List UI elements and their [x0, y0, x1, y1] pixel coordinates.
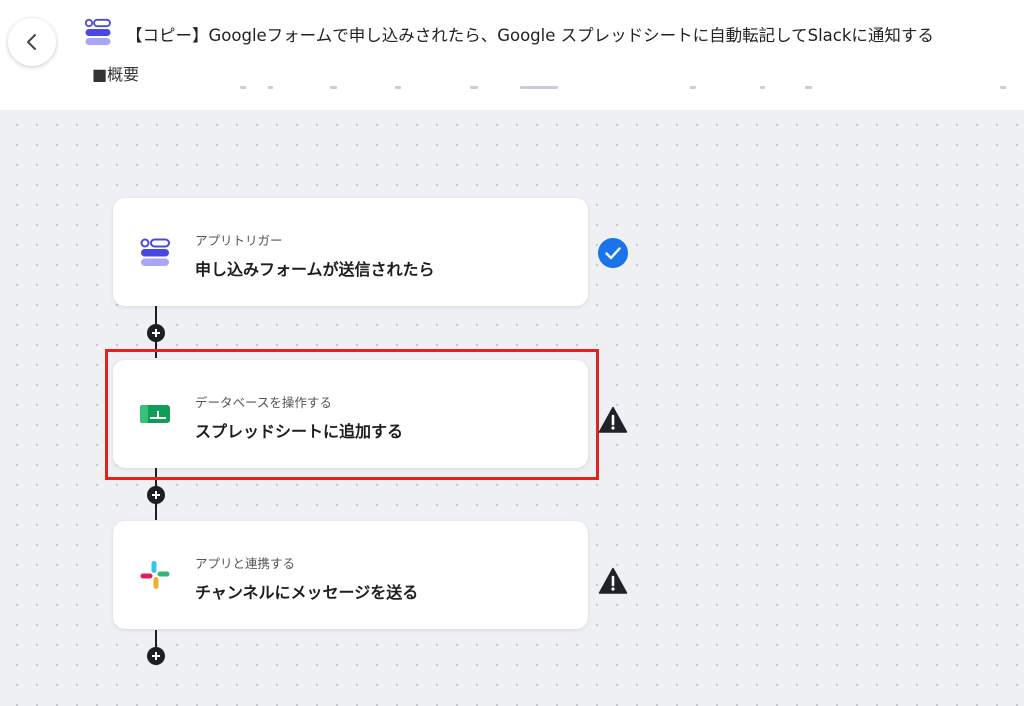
warning-icon	[598, 406, 628, 433]
step-name: 申し込みフォームが送信されたら	[195, 260, 435, 279]
form-app-icon	[84, 18, 111, 45]
plus-icon	[152, 491, 160, 499]
summary-label: ■概要	[92, 65, 140, 84]
step-type-label: アプリトリガー	[195, 233, 283, 248]
chevron-left-icon	[27, 34, 36, 50]
add-step-button[interactable]	[147, 324, 165, 342]
complete-check-icon	[598, 238, 628, 268]
form-trigger-icon	[140, 238, 170, 266]
plus-icon	[152, 329, 160, 337]
flow-header: 【コピー】Googleフォームで申し込みされたら、Google スプレッドシート…	[0, 0, 1024, 110]
back-button[interactable]	[8, 18, 56, 66]
highlight-box	[105, 349, 599, 480]
add-step-button[interactable]	[147, 647, 165, 665]
step-card-slack[interactable]: アプリと連携する チャンネルにメッセージを送る	[113, 521, 588, 629]
step-card-trigger[interactable]: アプリトリガー 申し込みフォームが送信されたら	[113, 198, 588, 306]
flow-title: 【コピー】Googleフォームで申し込みされたら、Google スプレッドシート…	[126, 26, 934, 45]
step-name: チャンネルにメッセージを送る	[195, 583, 419, 602]
warning-icon	[598, 567, 628, 594]
slack-icon	[140, 561, 170, 589]
step-type-label: アプリと連携する	[195, 556, 296, 571]
plus-icon	[152, 652, 160, 660]
add-step-button[interactable]	[147, 486, 165, 504]
summary-text-overflow	[0, 84, 1024, 94]
